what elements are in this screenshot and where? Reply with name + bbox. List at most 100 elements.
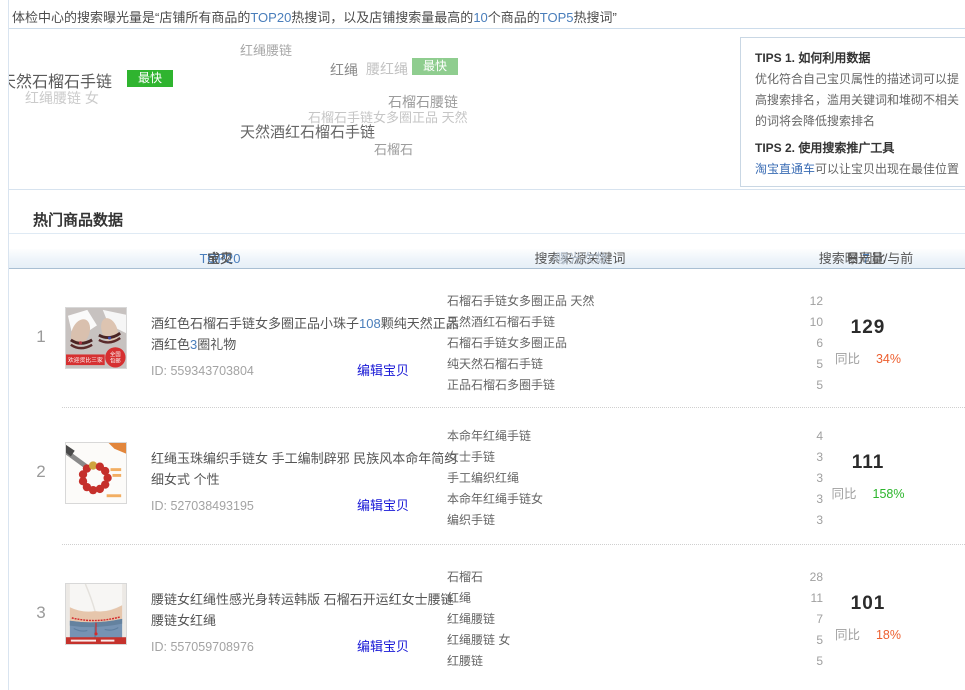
edit-product-link[interactable]: 编辑宝贝	[357, 360, 409, 379]
free-shipping-badge-line1: 全国	[110, 350, 121, 358]
cloud-keyword-tag: 红绳腰链 女	[25, 88, 99, 108]
yoy-label: 同比	[832, 487, 857, 501]
cloud-keyword-tag: 红绳腰链	[240, 40, 292, 59]
keyword-row: 石榴石 28	[447, 567, 823, 588]
intro-text: 个商品的	[488, 10, 540, 25]
yoy-value: 158%	[873, 487, 905, 501]
keyword-list: 石榴石 28 红绳11 红绳腰链7 红绳腰链 女5 红腰链 5	[447, 567, 823, 672]
ztc-promo-link[interactable]: 淘宝直通车	[755, 162, 815, 176]
edit-product-link[interactable]: 编辑宝贝	[357, 636, 409, 655]
exposure-count: 129	[795, 317, 941, 339]
keyword-text: 石榴石	[447, 567, 483, 588]
keyword-row: 本命年红绳手链女3	[447, 489, 823, 510]
search-diagnosis-page: 体检中心的搜索曝光量是“店铺所有商品的TOP20热搜词，以及店铺搜索量最高的10…	[0, 0, 965, 690]
keyword-row: 手工编织红绳3	[447, 468, 823, 489]
tips-1-body: 优化符合自己宝贝属性的描述词可以提高搜索排名，滥用关键词和堆砌不相关的词将会降低…	[755, 69, 962, 132]
exposure-count: 101	[795, 593, 941, 615]
keyword-text: 红绳腰链	[447, 609, 495, 630]
keyword-text: 红腰链	[447, 651, 483, 672]
tips-box: TIPS 1. 如何利用数据 优化符合自己宝贝属性的描述词可以提高搜索排名，滥用…	[740, 37, 965, 187]
keyword-count: 28	[810, 567, 823, 588]
rank-number: 2	[31, 462, 51, 482]
product-title: 酒红色石榴石手链女多圈正品小珠子108颗纯天然正品酒红色3圈礼物	[151, 313, 463, 355]
product-title: 红绳玉珠编织手链女 手工编制辟邪 民族风本命年简约细女式 个性	[151, 448, 463, 490]
keyword-text: 女士手链	[447, 447, 495, 468]
tips-2-title: TIPS 2. 使用搜索推广工具	[755, 138, 962, 159]
tips-1-title: TIPS 1. 如何利用数据	[755, 48, 962, 69]
product-info: 红绳玉珠编织手链女 手工编制辟邪 民族风本命年简约细女式 个性 ID: 5270…	[151, 448, 463, 514]
garnet-bracelet-photo: 欢迎货比三家 全国 包邮	[66, 308, 126, 368]
free-shipping-badge-line2: 包邮	[110, 357, 121, 365]
table-row: 2	[9, 408, 965, 545]
cloud-keyword-tag: 石榴石	[374, 139, 413, 158]
keyword-text: 红绳腰链 女	[447, 630, 510, 651]
red-rope-bracelet-photo	[66, 443, 126, 503]
keyword-text: 石榴石手链女多圈正品 天然	[447, 291, 594, 312]
product-id: ID: 559343703804	[151, 364, 254, 378]
promo-banner-text: 欢迎货比三家	[68, 356, 103, 364]
keyword-text: 天然酒红石榴石手链	[447, 312, 555, 333]
tips-2-body: 可以让宝贝出现在最佳位置	[815, 162, 959, 176]
keyword-list: 本命年红绳手链 4 女士手链3 手工编织红绳3 本命年红绳手链女3 编织手链 3	[447, 426, 823, 531]
keyword-text: 正品石榴石多圈手链	[447, 375, 555, 396]
keyword-count: 4	[816, 426, 823, 447]
product-id: ID: 557059708976	[151, 640, 254, 654]
keyword-count: 5	[816, 375, 823, 396]
table-row: 1 欢迎货比三家 全国	[9, 270, 965, 408]
keyword-text: 本命年红绳手链女	[447, 489, 543, 510]
yoy-value: 34%	[876, 352, 901, 366]
keyword-list: 石榴石手链女多圈正品 天然12 天然酒红石榴石手链10 石榴石手链女多圈正品6 …	[447, 291, 823, 396]
keyword-row: 红绳11	[447, 588, 823, 609]
waist-chain-photo	[66, 584, 126, 644]
product-thumbnail[interactable]: 欢迎货比三家 全国 包邮	[65, 307, 127, 369]
intro-note: 体检中心的搜索曝光量是“店铺所有商品的TOP20热搜词，以及店铺搜索量最高的10…	[12, 7, 617, 26]
keyword-row: 女士手链3	[447, 447, 823, 468]
cloud-keyword-tag: 红绳	[330, 60, 358, 80]
exposure-stats: 129 同比 34%	[795, 317, 941, 367]
edit-product-link[interactable]: 编辑宝贝	[357, 495, 409, 514]
product-id: ID: 527038493195	[151, 499, 254, 513]
intro-top5-highlight: TOP5	[540, 10, 574, 25]
keyword-text: 红绳	[447, 588, 471, 609]
product-table-body: 1 欢迎货比三家 全国	[9, 270, 965, 690]
yoy-label: 同比	[835, 352, 860, 366]
keyword-text: 纯天然石榴石手链	[447, 354, 543, 375]
yoy-label: 同比	[835, 628, 860, 642]
product-thumbnail[interactable]	[65, 442, 127, 504]
exposure-stats: 101 同比 18%	[795, 593, 941, 643]
keyword-row: 红腰链 5	[447, 651, 823, 672]
intro-ten-highlight: 10	[473, 10, 487, 25]
keyword-row: 纯天然石榴石手链5	[447, 354, 823, 375]
keyword-text: 手工编织红绳	[447, 468, 519, 489]
keyword-row: 石榴石手链女多圈正品 天然12	[447, 291, 823, 312]
section-title: 热门商品数据	[33, 209, 123, 230]
keyword-row: 红绳腰链7	[447, 609, 823, 630]
keyword-row: 天然酒红石榴石手链10	[447, 312, 823, 333]
intro-text: 热搜词”	[574, 10, 617, 25]
keyword-row: 红绳腰链 女5	[447, 630, 823, 651]
cloud-keyword-tag: 天然酒红石榴石手链	[240, 121, 375, 142]
keyword-text: 石榴石手链女多圈正品	[447, 333, 567, 354]
keyword-count: 5	[816, 651, 823, 672]
keyword-row: 石榴石手链女多圈正品6	[447, 333, 823, 354]
product-thumbnail[interactable]	[65, 583, 127, 645]
yoy-value: 18%	[876, 628, 901, 642]
keyword-count: 3	[816, 510, 823, 531]
keyword-cloud-panel: 红绳腰链 红绳 腰红绳 最快 天然石榴石手链 最快 红绳腰链 女 石榴石腰链 石…	[9, 28, 965, 190]
product-title: 腰链女红绳性感光身转运韩版 石榴石开运红女士腰链 腰链女红绳	[151, 589, 463, 631]
keyword-row: 本命年红绳手链 4	[447, 426, 823, 447]
keyword-row: 编织手链 3	[447, 510, 823, 531]
section-divider	[9, 233, 965, 234]
exposure-count: 111	[795, 452, 941, 474]
fastest-rising-badge: 最快	[127, 70, 173, 87]
product-info: 酒红色石榴石手链女多圈正品小珠子108颗纯天然正品酒红色3圈礼物 ID: 559…	[151, 313, 463, 379]
keyword-text: 本命年红绳手链	[447, 426, 531, 447]
keyword-row: 正品石榴石多圈手链 5	[447, 375, 823, 396]
keyword-text: 编织手链	[447, 510, 495, 531]
table-header: 成交TOP20宝贝 搜索来源关键词/曝光次数 搜索曝光量/与前7日同比	[9, 249, 965, 269]
rank-number: 1	[31, 327, 51, 347]
table-row: 3	[9, 545, 965, 690]
fastest-rising-badge: 最快	[412, 58, 458, 75]
product-info: 腰链女红绳性感光身转运韩版 石榴石开运红女士腰链 腰链女红绳 ID: 55705…	[151, 589, 463, 655]
rank-number: 3	[31, 603, 51, 623]
